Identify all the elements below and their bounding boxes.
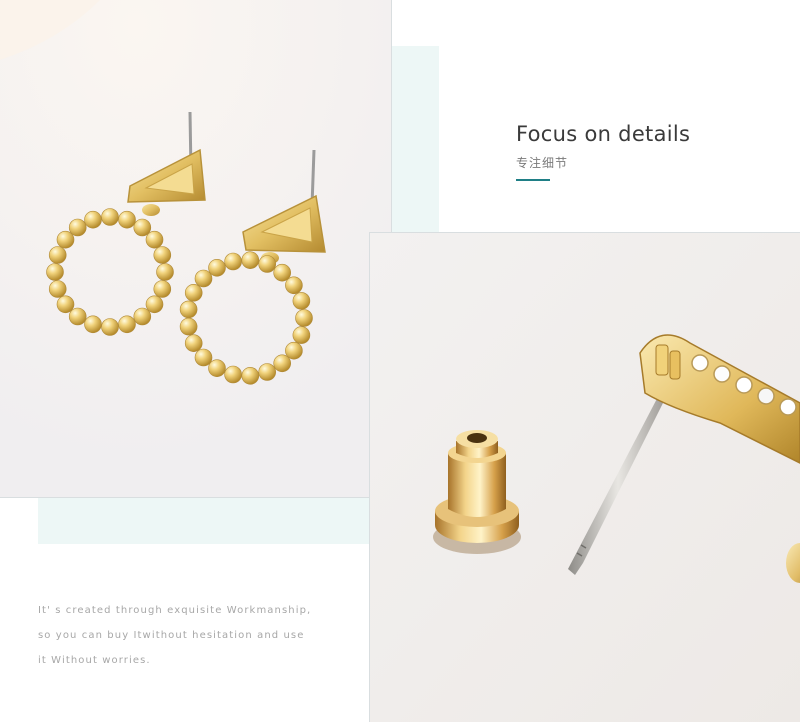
earring-back-closeup-photo — [370, 233, 800, 722]
section-heading: Focus on details 专注细节 — [516, 122, 776, 181]
product-detail-page: Focus on details 专注细节 It' s created thro… — [0, 0, 800, 722]
description-line: it Without worries. — [38, 655, 151, 666]
description-text: It' s created through exquisite Workmans… — [38, 598, 358, 673]
earrings-photo — [0, 0, 391, 497]
description-line: It' s created through exquisite Workmans… — [38, 605, 312, 616]
description-line: so you can buy Itwithout hesitation and … — [38, 630, 305, 641]
heading-accent-rule — [516, 179, 550, 181]
heading-subtitle: 专注细节 — [516, 156, 569, 170]
heading-title: Focus on details — [516, 122, 691, 146]
